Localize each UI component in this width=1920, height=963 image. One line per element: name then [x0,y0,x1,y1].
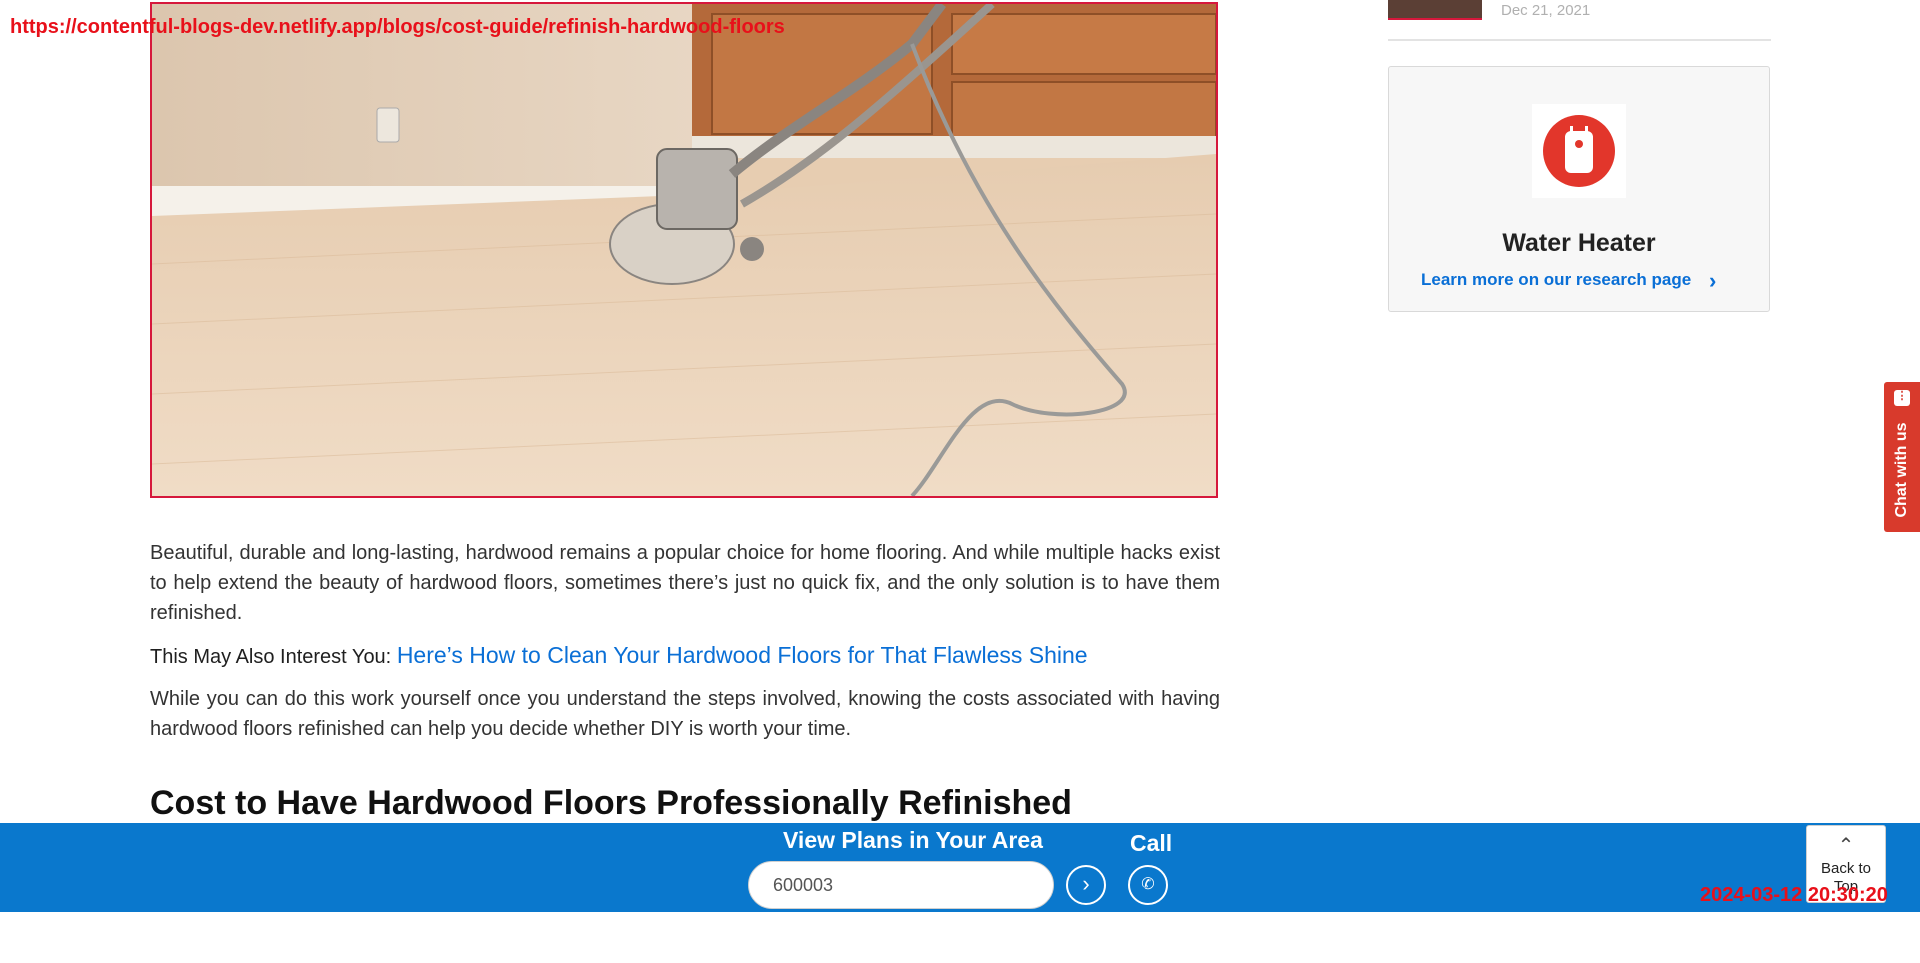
chevron-up-icon: ⌃ [1837,835,1855,857]
research-card: Water Heater Learn more on our research … [1388,66,1770,312]
related-article-label: This May Also Interest You: [150,646,392,668]
article-paragraph-diy: While you can do this work yourself once… [150,688,1220,740]
view-plans-title: View Plans in Your Area [783,827,1043,853]
call-button[interactable]: ✆ [1128,865,1168,905]
phone-icon: ✆ [1141,876,1155,893]
water-heater-icon [1532,104,1626,198]
related-article: This May Also Interest You: Here’s How t… [150,640,1220,672]
submit-zip-button[interactable]: › [1066,865,1106,905]
hero-image [150,2,1218,498]
chat-with-us-tab[interactable]: ⋮ Chat with us [1884,382,1920,532]
recent-post-thumbnail[interactable] [1388,0,1482,20]
timestamp-overlay: 2024-03-12 20:30:20 [1700,884,1888,906]
floor-sander-illustration [152,4,1216,496]
recent-post-date: Dec 21, 2021 [1501,2,1591,19]
article-body: Beautiful, durable and long-lasting, har… [150,538,1220,824]
chat-tab-label: Chat with us [1893,422,1910,518]
chevron-right-icon[interactable]: › [1709,268,1716,294]
related-article-link[interactable]: Here’s How to Clean Your Hardwood Floors… [397,642,1088,668]
call-label: Call [1130,830,1173,856]
card-title: Water Heater [1502,229,1656,257]
research-page-link[interactable]: Learn more on our research page [1421,270,1691,290]
section-heading: Cost to Have Hardwood Floors Professiona… [150,784,1072,822]
sidebar-divider [1388,39,1771,41]
chevron-right-icon: › [1082,871,1090,896]
view-plans-bar: View Plans in Your Area › Call ✆ [0,823,1920,912]
chat-bubble-icon: ⋮ [1894,390,1910,406]
article-paragraph-intro: Beautiful, durable and long-lasting, har… [150,542,1220,624]
zip-code-input[interactable] [748,861,1054,909]
url-overlay: https://contentful-blogs-dev.netlify.app… [10,16,785,38]
